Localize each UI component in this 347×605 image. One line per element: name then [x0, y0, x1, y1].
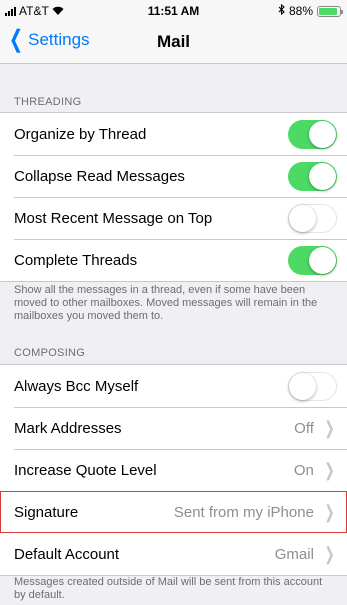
always-bcc-label: Always Bcc Myself	[14, 377, 139, 395]
increase-quote-level-value: On	[293, 461, 314, 479]
signature-label: Signature	[14, 503, 79, 521]
most-recent-on-top-label: Most Recent Message on Top	[14, 209, 213, 227]
threading-group: Organize by Thread Collapse Read Message…	[0, 112, 347, 282]
signature-row[interactable]: Signature Sent from my iPhone ❯	[0, 491, 347, 533]
default-account-row[interactable]: Default Account Gmail ❯	[0, 533, 347, 575]
most-recent-on-top-row: Most Recent Message on Top	[0, 197, 347, 239]
battery-icon	[317, 5, 343, 17]
toggle-knob	[309, 162, 336, 190]
default-account-value: Gmail	[274, 545, 314, 563]
battery-percent: 88%	[288, 4, 313, 18]
collapse-read-messages-label: Collapse Read Messages	[14, 167, 185, 185]
chevron-right-icon: ❯	[324, 501, 335, 522]
composing-section-header: COMPOSING	[14, 347, 86, 359]
threading-section-header: THREADING	[14, 96, 82, 108]
most-recent-on-top-toggle[interactable]	[288, 203, 337, 233]
chevron-right-icon: ❯	[324, 417, 335, 438]
mark-addresses-value: Off	[294, 419, 314, 437]
composing-footer-note: Messages created outside of Mail will be…	[14, 576, 323, 601]
threading-footer-note: Show all the messages in a thread, even …	[14, 284, 318, 322]
navigation-bar: ❮ Settings Mail	[0, 20, 347, 64]
mark-addresses-label: Mark Addresses	[14, 419, 122, 437]
increase-quote-level-row[interactable]: Increase Quote Level On ❯	[0, 449, 347, 491]
increase-quote-level-label: Increase Quote Level	[14, 461, 157, 479]
battery-level	[319, 7, 337, 15]
complete-threads-label: Complete Threads	[14, 251, 138, 269]
composing-group: Always Bcc Myself Mark Addresses Off ❯ I…	[0, 364, 347, 576]
toggle-knob	[289, 372, 316, 400]
organize-by-thread-toggle[interactable]	[288, 119, 337, 149]
always-bcc-row: Always Bcc Myself	[0, 365, 347, 407]
status-right: 88%	[278, 3, 343, 18]
default-account-label: Default Account	[14, 545, 120, 563]
toggle-knob	[309, 120, 336, 148]
organize-by-thread-row: Organize by Thread	[0, 113, 347, 155]
page-title: Mail	[156, 32, 191, 51]
complete-threads-toggle[interactable]	[288, 245, 337, 275]
bluetooth-icon	[278, 3, 285, 18]
chevron-right-icon: ❯	[324, 459, 335, 480]
always-bcc-toggle[interactable]	[288, 371, 337, 401]
signature-value: Sent from my iPhone	[173, 503, 314, 521]
chevron-right-icon: ❯	[324, 543, 335, 564]
collapse-read-messages-row: Collapse Read Messages	[0, 155, 347, 197]
complete-threads-row: Complete Threads	[0, 239, 347, 281]
status-bar: AT&T 11:51 AM 88%	[0, 0, 347, 20]
mark-addresses-row[interactable]: Mark Addresses Off ❯	[0, 407, 347, 449]
toggle-knob	[289, 204, 316, 232]
collapse-read-messages-toggle[interactable]	[288, 161, 337, 191]
toggle-knob	[309, 246, 336, 274]
organize-by-thread-label: Organize by Thread	[14, 125, 147, 143]
